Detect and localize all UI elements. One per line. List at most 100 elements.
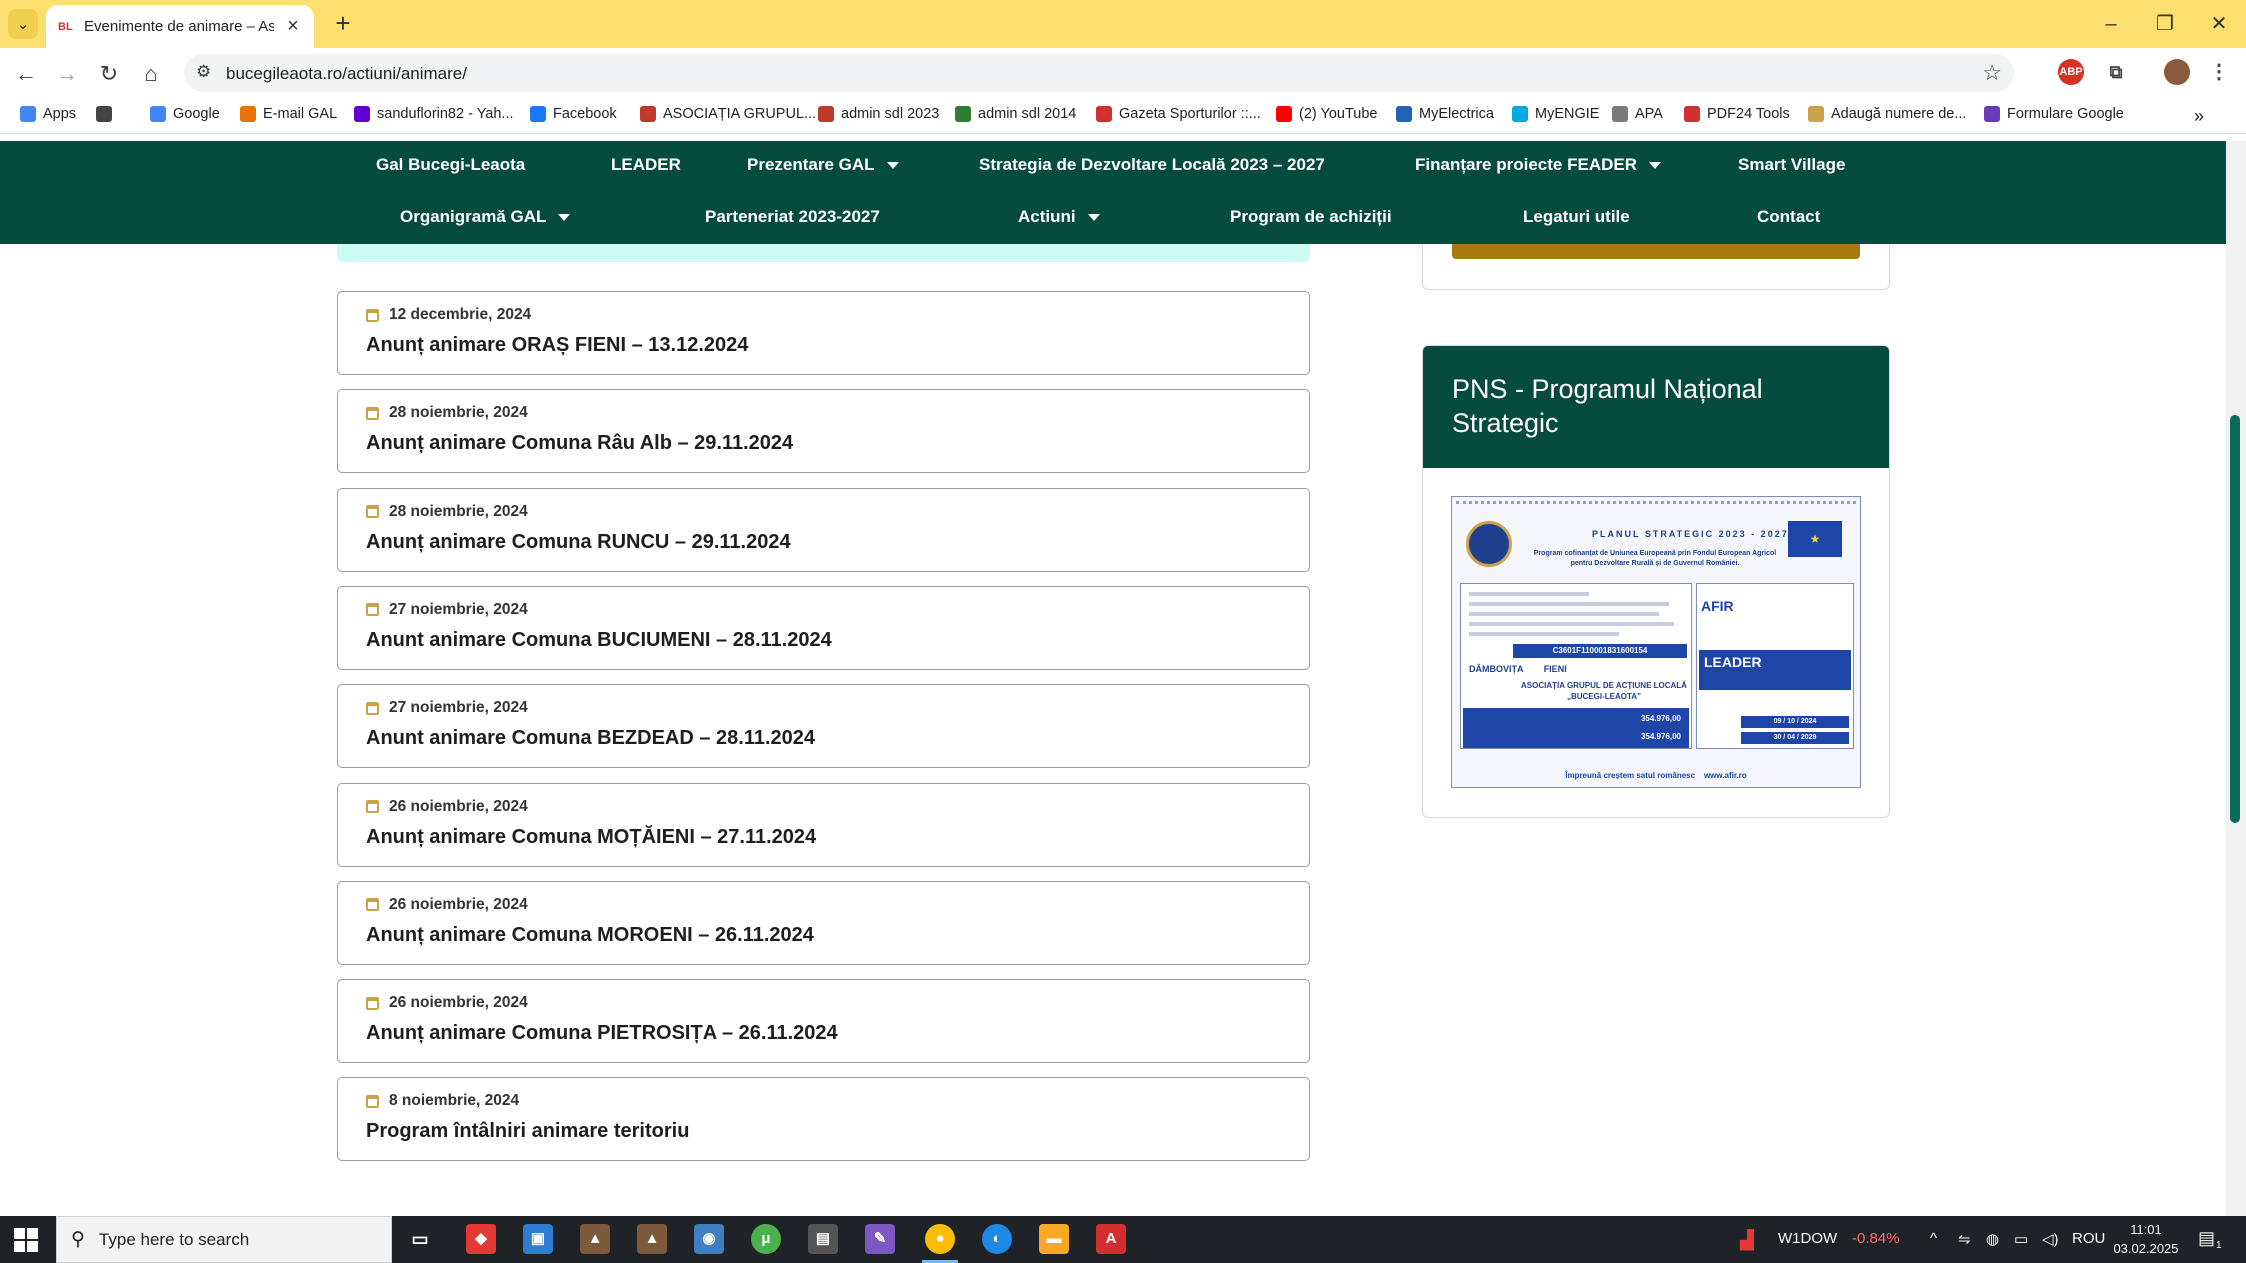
taskbar-clock[interactable]: 11:01 03.02.2025 <box>2111 1220 2181 1258</box>
more-menu-icon[interactable]: ⋮ <box>2206 59 2232 85</box>
post-title-link[interactable]: Anunț animare ORAȘ FIENI – 13.12.2024 <box>366 334 748 357</box>
bookmark-star-icon[interactable]: ☆ <box>1982 60 2002 86</box>
bookmark-item[interactable]: MyENGIE <box>1512 106 1599 122</box>
sidebar-gold-button[interactable] <box>1452 244 1860 259</box>
bookmark-item[interactable]: Apps <box>20 106 76 122</box>
meet-icon[interactable]: ◍ <box>1986 1230 1999 1248</box>
bookmark-item[interactable]: APA <box>1612 106 1663 122</box>
url-text[interactable]: bucegileaota.ro/actiuni/animare/ <box>226 64 467 84</box>
tab-close-icon[interactable]: × <box>284 15 302 38</box>
bookmark-item[interactable]: PDF24 Tools <box>1684 106 1790 122</box>
app-icon-2[interactable]: ▲ <box>637 1224 667 1254</box>
nav-item-row2-1[interactable]: Parteneriat 2023-2027 <box>705 207 880 227</box>
nav-item-row2-4[interactable]: Legaturi utile <box>1523 207 1630 227</box>
chrome-icon[interactable]: ● <box>925 1224 955 1254</box>
acrobat-icon[interactable]: A <box>1096 1224 1126 1254</box>
taskbar-search-box[interactable]: ⚲ Type here to search <box>56 1216 392 1263</box>
post-title-link[interactable]: Anunț animare Comuna Râu Alb – 29.11.202… <box>366 432 793 455</box>
nav-item-row1-0[interactable]: Gal Bucegi-Leaota <box>376 155 525 175</box>
post-title-link[interactable]: Anunț animare Comuna PIETROSIȚA – 26.11.… <box>366 1022 838 1045</box>
post-card[interactable]: 12 decembrie, 2024 Anunț animare ORAȘ FIE… <box>337 291 1310 375</box>
extensions-puzzle-icon[interactable]: ⧉ <box>2103 59 2129 85</box>
stock-chart-icon[interactable]: ▟ <box>1740 1230 1754 1251</box>
stock-label[interactable]: W1DOW <box>1778 1230 1837 1247</box>
page-scrollbar[interactable] <box>2226 141 2246 1216</box>
tab-search-button[interactable]: ⌄ <box>8 9 38 39</box>
anydesk-icon[interactable]: ◆ <box>466 1224 496 1254</box>
restore-button[interactable]: ❐ <box>2138 6 2192 42</box>
bookmark-item[interactable]: sanduflorin82 - Yah... <box>354 106 514 122</box>
post-card[interactable]: 8 noiembrie, 2024 Program întâlniri anima… <box>337 1077 1310 1162</box>
post-card[interactable]: 27 noiembrie, 2024 Anunt animare Comuna B… <box>337 585 1310 670</box>
post-title-link[interactable]: Program întâlniri animare teritoriu <box>366 1120 689 1143</box>
store-icon[interactable]: ▣ <box>523 1224 553 1254</box>
post-title-link[interactable]: Anunț animare Comuna RUNCU – 29.11.2024 <box>366 531 791 554</box>
nav-item-row1-2[interactable]: Prezentare GAL <box>747 155 899 175</box>
nav-item-row1-1[interactable]: LEADER <box>611 155 681 175</box>
notifications-icon[interactable]: ▤ <box>2198 1228 2215 1249</box>
adblock-extension-icon[interactable]: ABP <box>2058 59 2084 85</box>
forward-button[interactable]: → <box>51 58 83 90</box>
bookmark-item[interactable]: ASOCIAȚIA GRUPUL... <box>640 106 816 122</box>
bookmark-item[interactable]: MyElectrica <box>1396 106 1494 122</box>
post-date: 27 noiembrie, 2024 <box>389 600 528 618</box>
scrollbar-thumb[interactable] <box>2230 415 2240 823</box>
nav-item-row2-3[interactable]: Program de achiziții <box>1230 207 1392 227</box>
app-icon-1[interactable]: ▲ <box>580 1224 610 1254</box>
post-title-link[interactable]: Anunț animare Comuna MOȚĂIENI – 27.11.20… <box>366 826 816 849</box>
nav-item-row2-5[interactable]: Contact <box>1757 207 1820 227</box>
browser-tab-active[interactable]: BL Evenimente de animare – Asoci × <box>46 5 314 48</box>
bookmark-item[interactable]: Facebook <box>530 106 617 122</box>
app-icon-3[interactable]: ◉ <box>694 1224 724 1254</box>
site-settings-icon[interactable]: ⚙ <box>196 62 211 82</box>
post-card[interactable]: 28 noiembrie, 2024 Anunț animare Comuna R… <box>337 389 1310 474</box>
reload-button[interactable]: ↻ <box>93 58 125 90</box>
nav-item-row2-2[interactable]: Actiuni <box>1018 207 1100 227</box>
bookmark-item[interactable]: Formulare Google <box>1984 106 2124 122</box>
volume-icon[interactable]: ◁) <box>2042 1230 2059 1248</box>
network-icon[interactable]: ▭ <box>2014 1230 2028 1248</box>
address-bar[interactable]: ⚙ bucegileaota.ro/actiuni/animare/ ☆ <box>184 54 2014 92</box>
edge-icon[interactable]: ◐ <box>982 1224 1012 1254</box>
nav-item-row1-5[interactable]: Smart Village <box>1738 155 1845 175</box>
post-card[interactable]: 26 noiembrie, 2024 Anunț animare Comuna M… <box>337 880 1310 965</box>
pns-poster-image[interactable]: ★ PLANUL STRATEGIC 2023 - 2027 Program c… <box>1451 496 1861 788</box>
nav-item-row2-0[interactable]: Organigramă GAL <box>400 207 571 227</box>
nav-item-row1-4[interactable]: Finanțare proiecte FEADER <box>1415 155 1661 175</box>
bookmark-item[interactable]: admin sdl 2014 <box>955 106 1076 122</box>
utorrent-icon[interactable]: μ <box>751 1224 781 1254</box>
nav-item-row1-3[interactable]: Strategia de Dezvoltare Locală 2023 – 20… <box>979 155 1325 175</box>
post-card[interactable]: 28 noiembrie, 2024 Anunț animare Comuna R… <box>337 487 1310 572</box>
bookmarks-overflow-icon[interactable]: » <box>2194 106 2204 127</box>
poster-text-line <box>1469 602 1669 606</box>
home-button[interactable]: ⌂ <box>135 58 167 90</box>
stock-change[interactable]: -0.84% <box>1852 1230 1900 1247</box>
bookmark-item[interactable] <box>96 106 112 122</box>
post-card[interactable]: 26 noiembrie, 2024 Anunț animare Comuna P… <box>337 979 1310 1064</box>
electrica-icon <box>1396 106 1412 122</box>
task-view-icon[interactable]: ▭ <box>405 1224 435 1254</box>
back-button[interactable]: ← <box>10 58 42 90</box>
post-card[interactable]: 26 noiembrie, 2024 Anunț animare Comuna M… <box>337 782 1310 867</box>
show-hidden-icons-icon[interactable]: ^ <box>1930 1230 1937 1247</box>
file-explorer-icon[interactable]: ▬ <box>1039 1224 1069 1254</box>
profile-avatar[interactable] <box>2164 59 2190 85</box>
bookmark-item[interactable]: Google <box>150 106 220 122</box>
windows-start-icon[interactable] <box>14 1228 38 1252</box>
notepad-icon[interactable]: ✎ <box>865 1224 895 1254</box>
bookmark-item[interactable]: admin sdl 2023 <box>818 106 939 122</box>
bookmark-item[interactable]: (2) YouTube <box>1276 106 1377 122</box>
language-indicator[interactable]: ROU <box>2072 1230 2105 1247</box>
minimize-button[interactable]: – <box>2084 6 2138 42</box>
bookmark-item[interactable]: Adaugă numere de... <box>1808 106 1966 122</box>
bookmark-item[interactable]: Gazeta Sporturilor ::... <box>1096 106 1261 122</box>
post-card[interactable]: 27 noiembrie, 2024 Anunt animare Comuna B… <box>337 684 1310 769</box>
bookmark-item[interactable]: E-mail GAL <box>240 106 337 122</box>
post-title-link[interactable]: Anunț animare Comuna MOROENI – 26.11.202… <box>366 924 814 947</box>
close-window-button[interactable]: ✕ <box>2192 6 2246 42</box>
post-title-link[interactable]: Anunt animare Comuna BUCIUMENI – 28.11.2… <box>366 629 832 652</box>
new-tab-button[interactable]: + <box>328 8 358 39</box>
post-title-link[interactable]: Anunt animare Comuna BEZDEAD – 28.11.202… <box>366 727 815 750</box>
network-share-icon[interactable]: ⇋ <box>1958 1230 1971 1248</box>
reader-icon[interactable]: ▤ <box>808 1224 838 1254</box>
